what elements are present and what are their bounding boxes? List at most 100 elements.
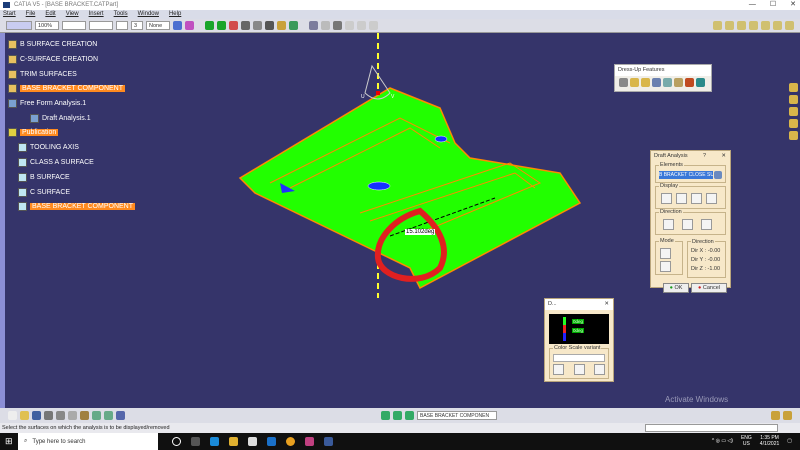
chrome-icon[interactable]: [286, 437, 295, 446]
view-icon[interactable]: [713, 21, 722, 30]
redo-icon[interactable]: [104, 411, 113, 420]
quick-analysis-button[interactable]: [661, 193, 672, 204]
menu-start[interactable]: Start: [3, 10, 16, 19]
open-icon[interactable]: [20, 411, 29, 420]
chamfer-icon[interactable]: [630, 78, 639, 87]
shell-icon[interactable]: [652, 78, 661, 87]
lineweight-select[interactable]: [89, 21, 113, 30]
zoom-in-icon[interactable]: [761, 21, 770, 30]
undo-icon[interactable]: [92, 411, 101, 420]
copy-icon[interactable]: [68, 411, 77, 420]
measure-icon[interactable]: [241, 21, 250, 30]
fit-all-icon[interactable]: [725, 21, 734, 30]
axis-icon[interactable]: [253, 21, 262, 30]
on-the-fly-button[interactable]: [706, 193, 717, 204]
save-variant-icon[interactable]: [594, 364, 605, 375]
whats-this-icon[interactable]: [116, 411, 125, 420]
menu-edit[interactable]: Edit: [45, 10, 55, 19]
normal-view-icon[interactable]: [785, 21, 794, 30]
rotate-icon[interactable]: [749, 21, 758, 30]
zoom-out-icon[interactable]: [773, 21, 782, 30]
pan-icon[interactable]: [737, 21, 746, 30]
properties-icon[interactable]: [185, 21, 194, 30]
tree-item-draft-analysis[interactable]: Draft Analysis.1: [30, 113, 91, 124]
menu-window[interactable]: Window: [138, 10, 159, 19]
table-icon[interactable]: [321, 21, 330, 30]
tree-item-base-bracket-component-pub[interactable]: BASE BRACKET COMPONENT: [18, 201, 136, 212]
replace-face-icon[interactable]: [696, 78, 705, 87]
color-select[interactable]: [6, 21, 32, 30]
snap-icon[interactable]: [217, 21, 226, 30]
grid-icon[interactable]: [265, 21, 274, 30]
select-element-icon[interactable]: [714, 171, 722, 179]
transparency-select[interactable]: 100%: [35, 21, 59, 30]
draft-mode-button[interactable]: [660, 248, 671, 259]
current-body-select[interactable]: BASE BRACKET COMPONEN: [417, 411, 497, 420]
cut-icon[interactable]: [56, 411, 65, 420]
lock-direction-button[interactable]: [701, 219, 712, 230]
surface-tool-icon[interactable]: [789, 131, 798, 140]
menu-help[interactable]: Help: [169, 10, 181, 19]
new-variant-icon[interactable]: [553, 364, 564, 375]
law-icon[interactable]: [357, 21, 366, 30]
minimize-button[interactable]: —: [749, 0, 756, 10]
catalog-icon[interactable]: [309, 21, 318, 30]
tree-item-base-bracket-component[interactable]: BASE BRACKET COMPONENT: [8, 83, 126, 94]
layer-select[interactable]: None: [146, 21, 170, 30]
cancel-button[interactable]: ● Cancel: [691, 283, 727, 293]
ok-button[interactable]: ● OK: [662, 283, 690, 293]
tree-item-b-surface-creation[interactable]: B SURFACE CREATION: [8, 39, 97, 50]
save-icon[interactable]: [32, 411, 41, 420]
thread-icon[interactable]: [674, 78, 683, 87]
compass-direction-button[interactable]: [663, 219, 674, 230]
tree-item-b-surface[interactable]: B SURFACE: [18, 172, 70, 183]
remove-face-icon[interactable]: [685, 78, 694, 87]
notifications-icon[interactable]: ▢: [787, 438, 792, 444]
menu-view[interactable]: View: [66, 10, 79, 19]
help-button[interactable]: ?: [703, 151, 706, 162]
task-view-icon[interactable]: [191, 437, 200, 446]
command-input[interactable]: [645, 424, 778, 432]
dialog-close-button[interactable]: ✕: [721, 151, 726, 162]
menu-tools[interactable]: Tools: [114, 10, 128, 19]
color-scale-button[interactable]: [691, 193, 702, 204]
linetype-select[interactable]: [62, 21, 86, 30]
point-select[interactable]: [116, 21, 128, 30]
tree-item-free-form-analysis[interactable]: Free Form Analysis.1: [8, 98, 86, 109]
ruler-icon[interactable]: [277, 21, 286, 30]
store-icon[interactable]: [248, 437, 257, 446]
3d-viewport[interactable]: U V 15.102deg B SURFACE CREATION C-SURFA…: [0, 33, 800, 408]
curvature-mode-button[interactable]: [660, 261, 671, 272]
surface-tool-icon[interactable]: [789, 107, 798, 116]
draft-icon[interactable]: [641, 78, 650, 87]
cortana-icon[interactable]: [172, 437, 181, 446]
catia-taskbar-icon[interactable]: [324, 437, 333, 446]
mail-icon[interactable]: [267, 437, 276, 446]
menu-file[interactable]: File: [26, 10, 36, 19]
menu-insert[interactable]: Insert: [89, 10, 104, 19]
windows-start-icon[interactable]: ⊞: [5, 436, 13, 447]
tool-icon[interactable]: [771, 411, 780, 420]
surface-tool-icon[interactable]: [789, 95, 798, 104]
count-select[interactable]: 3: [131, 21, 143, 30]
color-scale-close[interactable]: ✕: [604, 299, 609, 310]
paste-icon[interactable]: [80, 411, 89, 420]
elements-field[interactable]: B BRACKET CLOSE SURFA: [659, 171, 713, 179]
close-button[interactable]: ✕: [790, 0, 796, 10]
paint-icon[interactable]: [173, 21, 182, 30]
tree-item-c-surface-creation[interactable]: C-SURFACE CREATION: [8, 54, 98, 65]
full-analysis-button[interactable]: [676, 193, 687, 204]
tree-item-publication[interactable]: Publication: [8, 127, 59, 138]
tree-item-class-a-surface[interactable]: CLASS A SURFACE: [18, 157, 94, 168]
fillet-icon[interactable]: [619, 78, 628, 87]
knowledge-icon[interactable]: [345, 21, 354, 30]
app-icon[interactable]: [305, 437, 314, 446]
tray-icons[interactable]: ^ ◎ ▭ ◁): [712, 438, 733, 444]
tree-item-trim-surfaces[interactable]: TRIM SURFACES: [8, 69, 77, 80]
formula-icon[interactable]: [333, 21, 342, 30]
hide-show-icon[interactable]: [393, 411, 402, 420]
taskbar-search[interactable]: ⌕ Type here to search: [18, 433, 158, 450]
print-icon[interactable]: [44, 411, 53, 420]
thickness-icon[interactable]: [663, 78, 672, 87]
edit-variant-icon[interactable]: [573, 364, 585, 375]
